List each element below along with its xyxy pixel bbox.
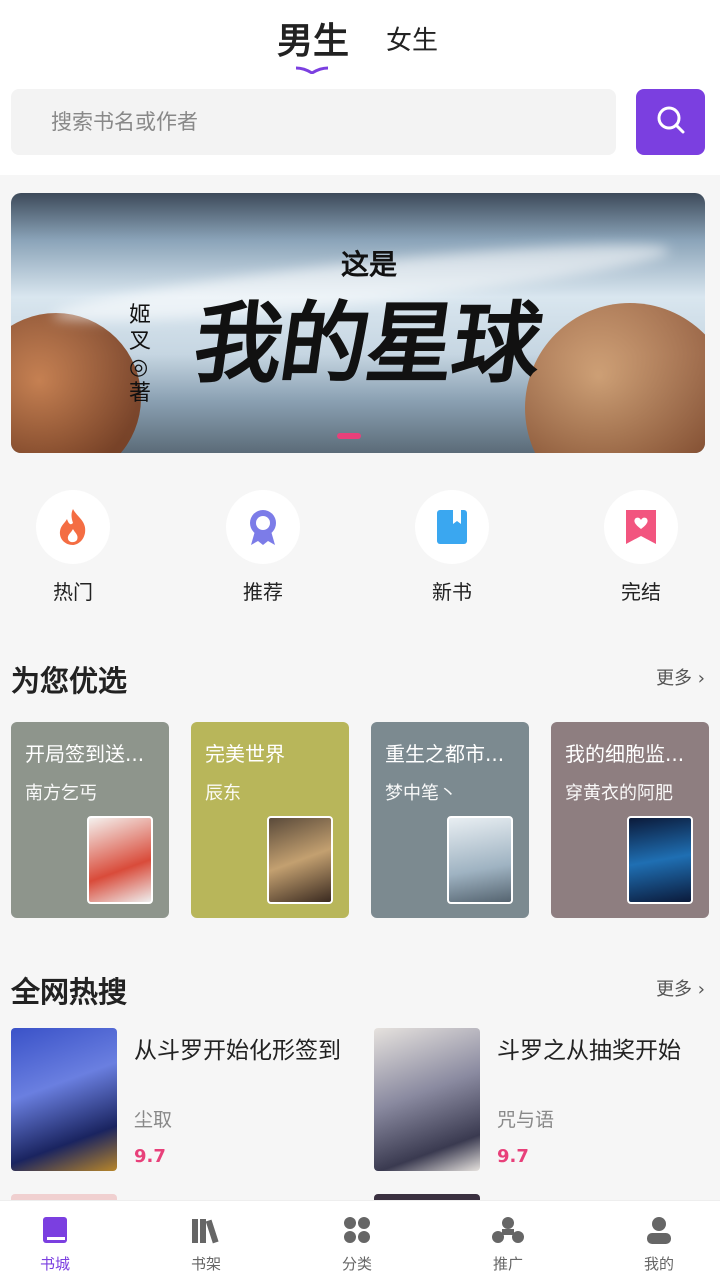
search-icon (656, 105, 686, 139)
quick-link-recommend[interactable]: 推荐 (223, 490, 303, 605)
book-cover (627, 816, 693, 904)
book-score: 9.7 (134, 1146, 166, 1167)
category-icon (340, 1213, 374, 1247)
search-input[interactable] (11, 89, 616, 155)
section-title: 为您优选 (11, 664, 128, 698)
book-title: 完美世界 (205, 742, 285, 766)
quick-link-new[interactable]: 新书 (412, 490, 492, 605)
share-icon (491, 1213, 525, 1247)
tab-label: 书架 (190, 1255, 221, 1273)
section-header-picks: 为您优选 更多 › (11, 658, 709, 698)
book-author: 咒与语 (497, 1109, 555, 1131)
bookshelf-icon (189, 1213, 223, 1247)
book-title: 重生之都市... (385, 742, 505, 766)
tab-bookstore[interactable]: 书城 (10, 1213, 100, 1274)
header: 男生 女生 (0, 0, 720, 175)
tab-promote[interactable]: 推广 (463, 1213, 553, 1274)
book-title: 从斗罗开始化形签到 (134, 1038, 341, 1064)
book-author: 梦中笔丶 (385, 783, 457, 804)
more-label: 更多 (656, 668, 693, 689)
picks-list: 开局签到送... 南方乞丐 完美世界 辰东 重生之都市... 梦中笔丶 我的细胞… (11, 722, 709, 918)
book-author: 辰东 (205, 783, 241, 804)
section-title: 全网热搜 (11, 975, 128, 1009)
tab-label: 书城 (39, 1255, 70, 1273)
more-label: 更多 (656, 979, 693, 1000)
book-cover (11, 1028, 117, 1171)
book-icon (415, 490, 489, 564)
hot-book-item[interactable]: 从斗罗开始化形签到 尘取 9.7 (11, 1028, 351, 1173)
quick-link-finished[interactable]: 完结 (601, 490, 681, 605)
award-icon (226, 490, 300, 564)
tab-female[interactable]: 女生 (386, 20, 438, 57)
book-cover (87, 816, 153, 904)
tab-label: 分类 (341, 1255, 372, 1273)
book-cover (374, 1028, 480, 1171)
book-card[interactable]: 开局签到送... 南方乞丐 (11, 722, 169, 918)
flame-icon (36, 490, 110, 564)
profile-icon (642, 1213, 676, 1247)
book-card[interactable]: 我的细胞监... 穿黄衣的阿肥 (551, 722, 709, 918)
chevron-right-icon: › (697, 979, 705, 1000)
quick-links: 热门 推荐 新书 完结 (0, 490, 720, 610)
banner-art-planet (11, 313, 141, 453)
quick-link-label: 新书 (432, 580, 472, 604)
book-author: 南方乞丐 (25, 783, 97, 804)
book-cover (267, 816, 333, 904)
quick-link-label: 推荐 (243, 580, 283, 604)
promo-banner[interactable]: 这是 我的星球 姬叉◎著 (11, 193, 705, 453)
heart-bookmark-icon (604, 490, 678, 564)
bottom-tab-bar: 书城 书架 分类 推广 我的 (0, 1200, 720, 1280)
book-card[interactable]: 完美世界 辰东 (191, 722, 349, 918)
book-author: 穿黄衣的阿肥 (565, 783, 673, 804)
quick-link-label: 热门 (53, 580, 93, 604)
quick-link-hot[interactable]: 热门 (33, 490, 113, 605)
banner-author: 姬叉◎著 (129, 303, 152, 406)
book-author: 尘取 (134, 1109, 173, 1131)
tab-label: 我的 (643, 1255, 674, 1273)
banner-indicator (337, 433, 361, 439)
hot-book-item[interactable]: 斗罗之从抽奖开始 咒与语 9.7 (374, 1028, 714, 1173)
bookstore-icon (38, 1213, 72, 1247)
tab-category[interactable]: 分类 (312, 1213, 402, 1274)
tab-male[interactable]: 男生 (277, 12, 349, 64)
quick-link-label: 完结 (621, 580, 661, 604)
book-card[interactable]: 重生之都市... 梦中笔丶 (371, 722, 529, 918)
section-header-hot: 全网热搜 更多 › (11, 969, 709, 1009)
tab-profile[interactable]: 我的 (614, 1213, 704, 1274)
gender-tabs: 男生 女生 (0, 10, 720, 74)
book-score: 9.7 (497, 1146, 529, 1167)
banner-art-planet (525, 303, 705, 453)
book-cover (447, 816, 513, 904)
banner-title: 我的星球 (187, 291, 547, 395)
more-link[interactable]: 更多 › (656, 975, 705, 1001)
book-title: 斗罗之从抽奖开始 (497, 1038, 681, 1064)
tab-label: 推广 (492, 1255, 523, 1273)
tab-bookshelf[interactable]: 书架 (161, 1213, 251, 1274)
chevron-right-icon: › (697, 668, 705, 689)
book-title: 开局签到送... (25, 742, 145, 766)
search-button[interactable] (636, 89, 705, 155)
more-link[interactable]: 更多 › (656, 664, 705, 690)
tab-indicator (296, 66, 328, 74)
search-box[interactable] (11, 89, 616, 155)
book-title: 我的细胞监... (565, 742, 685, 766)
